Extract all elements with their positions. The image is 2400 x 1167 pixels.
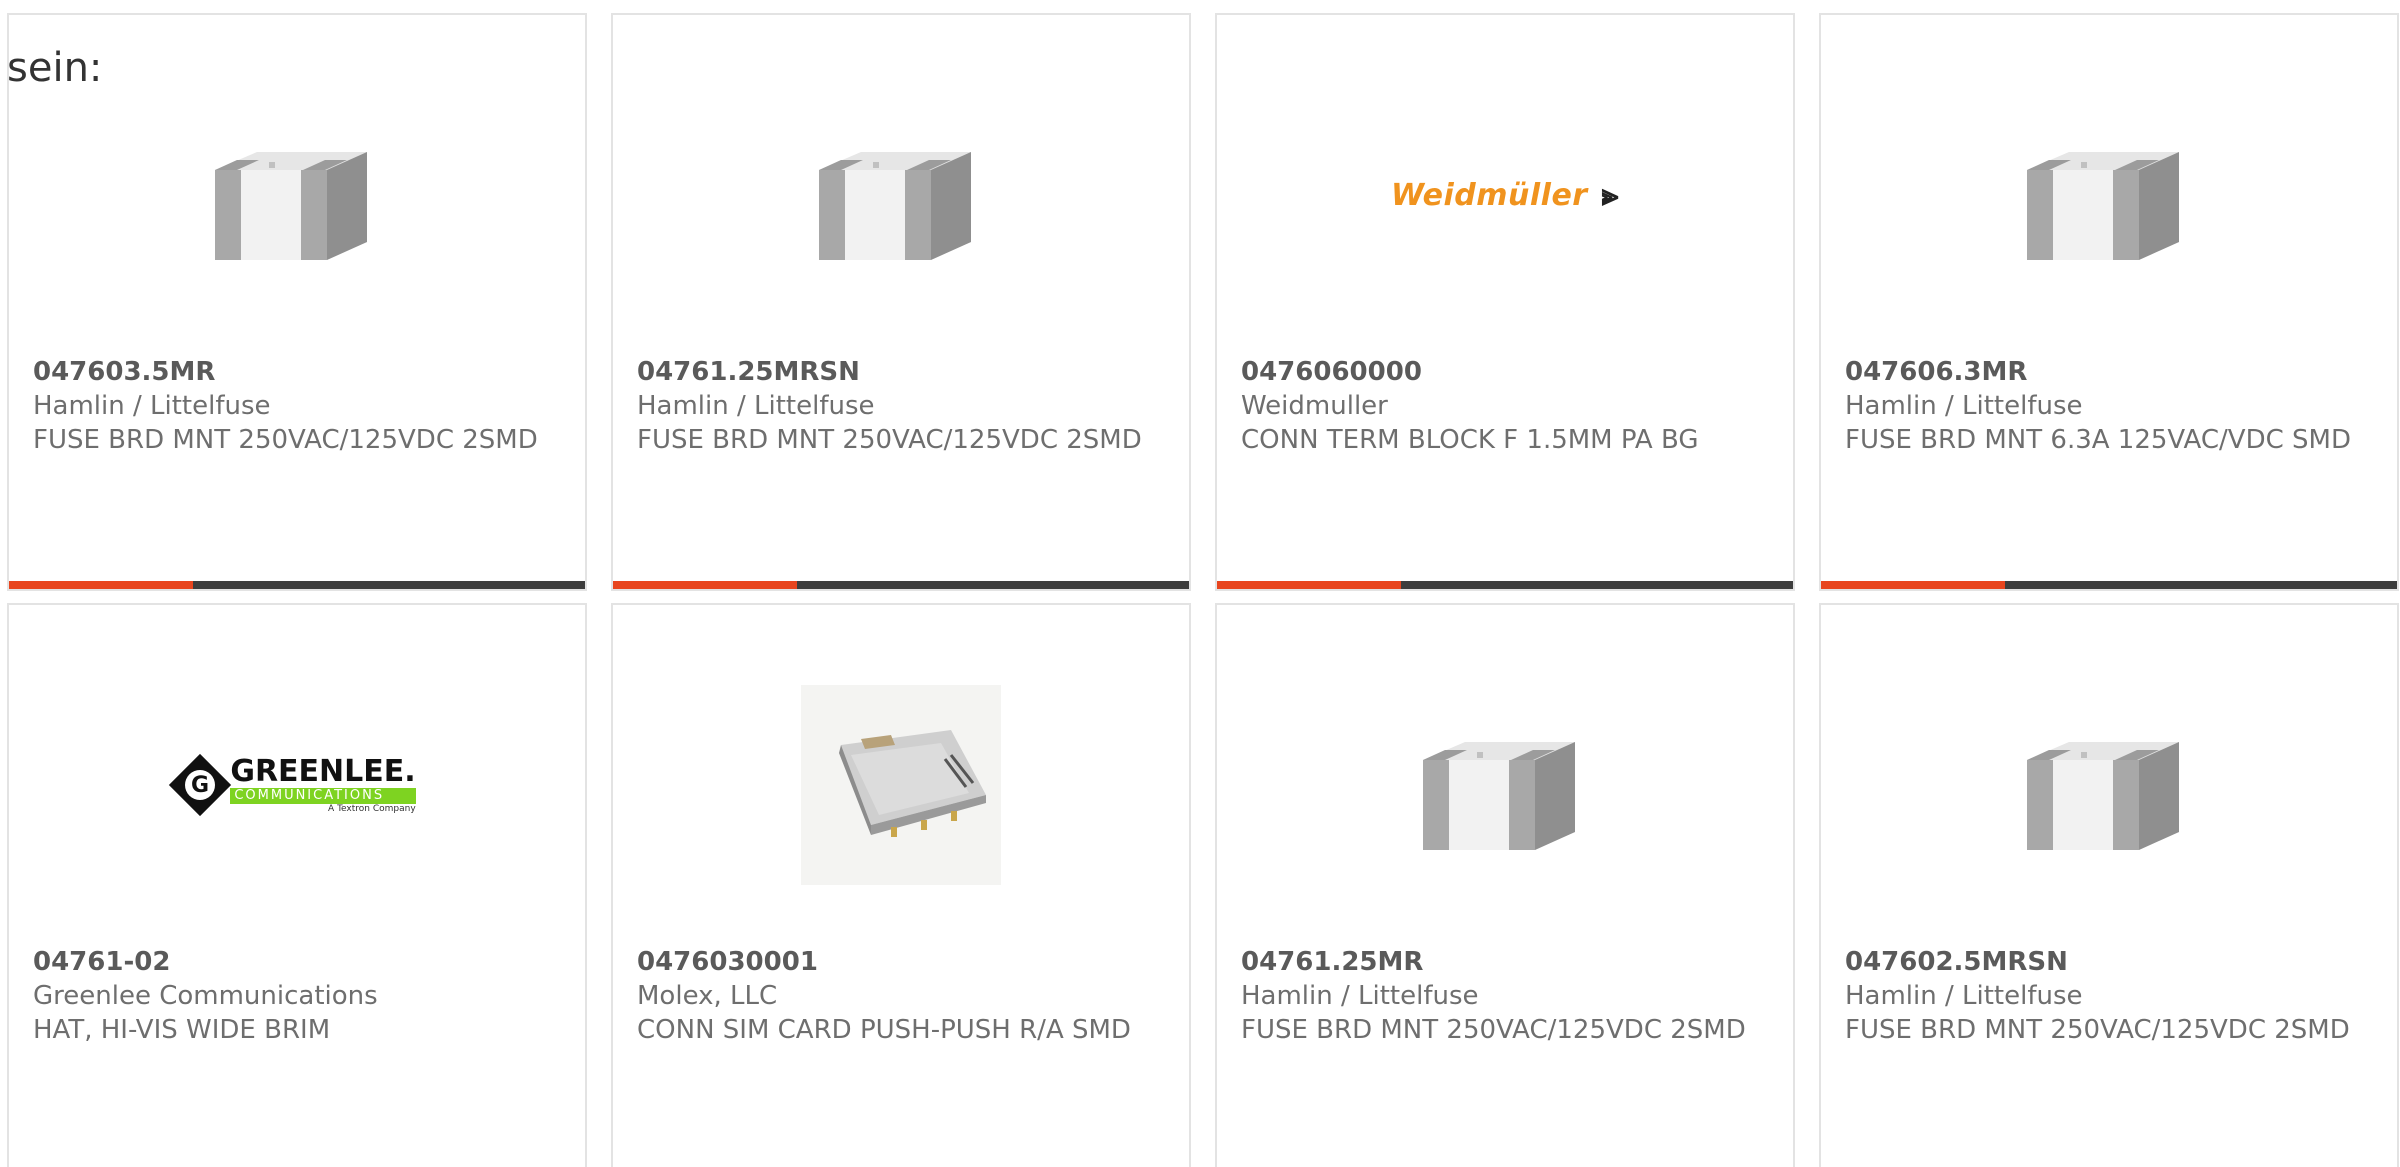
- greenlee-logo-tag: A Textron Company: [328, 804, 416, 814]
- product-info: 047603.5MR Hamlin / Littelfuse FUSE BRD …: [33, 355, 561, 457]
- description: FUSE BRD MNT 250VAC/125VDC 2SMD: [1241, 1015, 1746, 1045]
- card-progress-fill: [1821, 581, 2006, 589]
- product-image: [1821, 685, 2397, 885]
- manufacturer: Greenlee Communications: [33, 981, 378, 1011]
- card-progress-bar: [9, 581, 585, 589]
- page: sein: 047603.5MR Hamlin / Littelfuse FUS…: [0, 0, 2400, 1167]
- manufacturer: Hamlin / Littelfuse: [1845, 981, 2083, 1011]
- greenlee-logo-sub: COMMUNICATIONS: [230, 788, 416, 804]
- manufacturer: Hamlin / Littelfuse: [1845, 391, 2083, 421]
- weidmuller-mark-icon: ⫸: [1601, 177, 1620, 213]
- description: FUSE BRD MNT 250VAC/125VDC 2SMD: [1845, 1015, 2350, 1045]
- card-progress-bar: [1821, 581, 2397, 589]
- product-info: 0476030001 Molex, LLC CONN SIM CARD PUSH…: [637, 945, 1165, 1047]
- product-image: G GREENLEE. COMMUNICATIONS A Textron Com…: [9, 685, 585, 885]
- product-image: [1217, 685, 1793, 885]
- part-number[interactable]: 0476060000: [1241, 355, 1769, 389]
- product-info: 0476060000 Weidmuller CONN TERM BLOCK F …: [1241, 355, 1769, 457]
- manufacturer: Hamlin / Littelfuse: [637, 391, 875, 421]
- product-info: 04761.25MRSN Hamlin / Littelfuse FUSE BR…: [637, 355, 1165, 457]
- product-info: 04761.25MR Hamlin / Littelfuse FUSE BRD …: [1241, 945, 1769, 1047]
- product-card[interactable]: G GREENLEE. COMMUNICATIONS A Textron Com…: [7, 603, 587, 1167]
- manufacturer: Hamlin / Littelfuse: [33, 391, 271, 421]
- product-image: [9, 95, 585, 295]
- greenlee-logo-text: GREENLEE.: [230, 754, 416, 789]
- product-card[interactable]: 047603.5MR Hamlin / Littelfuse FUSE BRD …: [7, 13, 587, 591]
- product-card[interactable]: 047606.3MR Hamlin / Littelfuse FUSE BRD …: [1819, 13, 2399, 591]
- card-progress-fill: [1217, 581, 1402, 589]
- product-info: 047602.5MRSN Hamlin / Littelfuse FUSE BR…: [1845, 945, 2373, 1047]
- product-info: 047606.3MR Hamlin / Littelfuse FUSE BRD …: [1845, 355, 2373, 457]
- greenlee-g-icon: G: [169, 753, 232, 817]
- product-card[interactable]: 047602.5MRSN Hamlin / Littelfuse FUSE BR…: [1819, 603, 2399, 1167]
- product-image: [613, 95, 1189, 295]
- part-number[interactable]: 047606.3MR: [1845, 355, 2373, 389]
- description: FUSE BRD MNT 6.3A 125VAC/VDC SMD: [1845, 425, 2351, 455]
- product-image: [1821, 95, 2397, 295]
- description: FUSE BRD MNT 250VAC/125VDC 2SMD: [637, 425, 1142, 455]
- part-number[interactable]: 0476030001: [637, 945, 1165, 979]
- fuse-icon: [819, 152, 971, 260]
- description: HAT, HI-VIS WIDE BRIM: [33, 1015, 331, 1045]
- description: CONN TERM BLOCK F 1.5MM PA BG: [1241, 425, 1699, 455]
- part-number[interactable]: 04761.25MRSN: [637, 355, 1165, 389]
- fuse-icon: [215, 152, 367, 260]
- part-number[interactable]: 04761.25MR: [1241, 945, 1769, 979]
- greenlee-logo: G GREENLEE. COMMUNICATIONS A Textron Com…: [169, 753, 416, 817]
- manufacturer: Weidmuller: [1241, 391, 1388, 421]
- manufacturer: Hamlin / Littelfuse: [1241, 981, 1479, 1011]
- part-number[interactable]: 047603.5MR: [33, 355, 561, 389]
- product-info: 04761-02 Greenlee Communications HAT, HI…: [33, 945, 561, 1047]
- product-image: Weidmüller ⫸: [1217, 95, 1793, 295]
- product-grid: 047603.5MR Hamlin / Littelfuse FUSE BRD …: [7, 13, 2399, 1167]
- fuse-icon: [2027, 742, 2179, 850]
- description: CONN SIM CARD PUSH-PUSH R/A SMD: [637, 1015, 1131, 1045]
- product-card[interactable]: Weidmüller ⫸ 0476060000 Weidmuller CONN T…: [1215, 13, 1795, 591]
- product-card[interactable]: 04761.25MRSN Hamlin / Littelfuse FUSE BR…: [611, 13, 1191, 591]
- fuse-icon: [1423, 742, 1575, 850]
- card-progress-fill: [613, 581, 798, 589]
- card-progress-bar: [1217, 581, 1793, 589]
- weidmuller-logo: Weidmüller ⫸: [1391, 178, 1619, 213]
- product-card[interactable]: 0476030001 Molex, LLC CONN SIM CARD PUSH…: [611, 603, 1191, 1167]
- fuse-icon: [2027, 152, 2179, 260]
- sim-connector-icon: [801, 685, 1001, 885]
- product-card[interactable]: 04761.25MR Hamlin / Littelfuse FUSE BRD …: [1215, 603, 1795, 1167]
- description: FUSE BRD MNT 250VAC/125VDC 2SMD: [33, 425, 538, 455]
- weidmuller-logo-text: Weidmüller: [1390, 177, 1588, 213]
- product-image: [613, 685, 1189, 885]
- part-number[interactable]: 047602.5MRSN: [1845, 945, 2373, 979]
- part-number[interactable]: 04761-02: [33, 945, 561, 979]
- card-progress-bar: [613, 581, 1189, 589]
- manufacturer: Molex, LLC: [637, 981, 778, 1011]
- card-progress-fill: [9, 581, 194, 589]
- intro-text: sein:: [7, 45, 103, 91]
